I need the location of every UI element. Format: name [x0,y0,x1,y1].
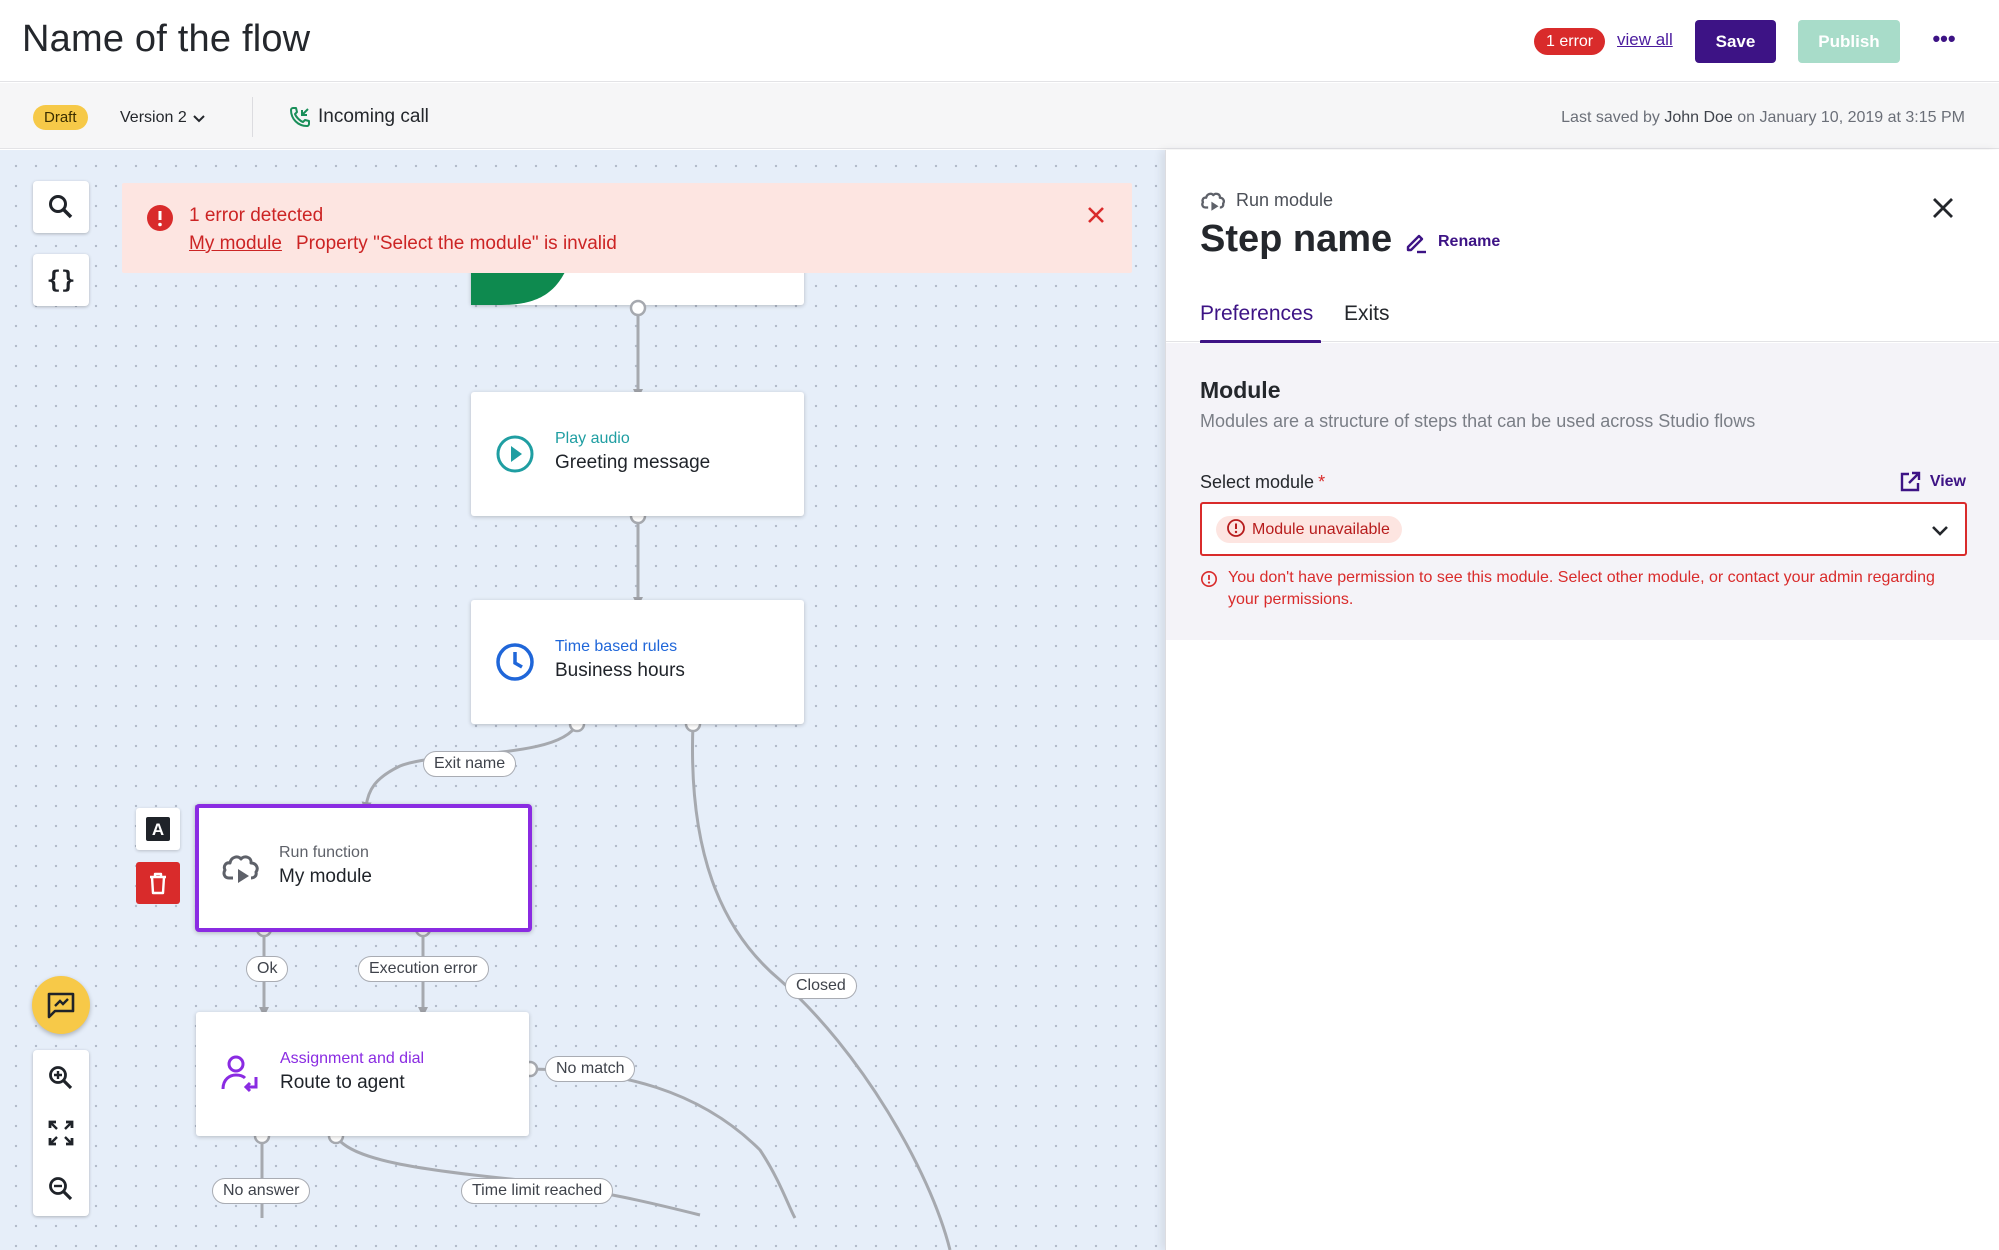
view-module-link[interactable]: View [1898,470,1966,494]
flow-info-bar: Draft Version 2 Incoming call Last saved… [0,83,1999,149]
flow-title: Name of the flow [22,18,311,60]
error-icon [147,205,173,231]
zoom-in-button[interactable] [33,1050,89,1105]
edge-label-exit-name[interactable]: Exit name [423,751,517,777]
module-unavailable-chip: Module unavailable [1216,516,1402,543]
view-all-errors-link[interactable]: view all [1617,30,1673,50]
trigger-label: Incoming call [318,106,429,127]
rename-node-button[interactable]: A [136,808,180,850]
edge-label-ok[interactable]: Ok [246,956,289,982]
error-outline-icon [1227,519,1245,538]
error-banner: 1 error detected My module Property "Sel… [122,183,1132,273]
flow-node-assignment[interactable]: Assignment and dial Route to agent [196,1012,529,1136]
more-options-icon[interactable]: ••• [1928,22,1960,60]
play-circle-icon [496,435,534,473]
zoom-out-icon [49,1176,73,1200]
run-module-icon [1201,192,1226,211]
error-count-badge[interactable]: 1 error [1534,28,1606,55]
field-error-message: You don't have permission to see this mo… [1200,567,1940,611]
clock-icon [496,643,534,681]
fit-screen-icon [48,1120,74,1145]
step-title: Step name [1200,218,1393,260]
feedback-button[interactable] [32,976,90,1034]
zoom-controls [33,1050,89,1216]
flow-canvas[interactable]: Play audio Greeting message Time based r… [0,150,1165,1250]
select-module-dropdown[interactable]: Module unavailable [1200,502,1967,556]
divider [252,97,253,137]
rename-label: Rename [1438,233,1501,251]
section-description: Modules are a structure of steps that ca… [1200,411,1756,431]
trigger-indicator: Incoming call [288,103,429,131]
version-dropdown[interactable]: Version 2 [120,105,207,130]
status-badge: Draft [33,105,88,130]
tab-preferences[interactable]: Preferences [1200,302,1313,326]
pencil-icon [1406,234,1426,254]
edge-label-no-answer[interactable]: No answer [212,1178,311,1204]
chevron-down-icon [193,115,205,123]
node-type: Assignment and dial [280,1050,425,1067]
incoming-call-icon [290,106,310,127]
step-kind: Run module [1200,188,1333,214]
section-title: Module [1200,377,1281,403]
node-type: Run function [279,844,369,861]
node-name: My module [279,866,372,887]
required-mark: * [1318,472,1326,492]
flow-node-time-rules[interactable]: Time based rules Business hours [471,600,804,724]
node-name: Greeting message [555,452,711,473]
external-link-icon [1900,471,1921,492]
node-type: Time based rules [555,638,678,655]
save-button[interactable]: Save [1695,20,1776,63]
tab-exits[interactable]: Exits [1344,302,1390,326]
step-kind-label: Run module [1236,190,1334,210]
chevron-down-icon [1932,526,1948,536]
search-icon [49,195,73,219]
close-icon[interactable] [1931,196,1955,220]
braces-icon: {} [46,266,76,294]
port[interactable] [629,299,647,317]
run-module-icon [222,855,259,883]
select-module-label: Select module * [1200,472,1326,492]
error-banner-title: 1 error detected [189,205,324,226]
zoom-out-button[interactable] [33,1161,89,1216]
error-node-link[interactable]: My module [189,233,282,255]
edge-label-time-limit[interactable]: Time limit reached [461,1178,614,1204]
version-label: Version 2 [120,109,187,126]
saved-by-user: John Doe [1664,109,1733,126]
zoom-in-icon [49,1065,73,1089]
error-outline-icon [1200,570,1218,588]
node-name: Route to agent [280,1072,405,1093]
edge-label-no-match[interactable]: No match [545,1056,636,1082]
flow-node-run-function[interactable]: Run function My module [195,804,532,932]
publish-button[interactable]: Publish [1798,20,1900,63]
module-section: Module Modules are a structure of steps … [1166,343,1999,640]
edge-label-execution-error[interactable]: Execution error [358,956,489,982]
feedback-icon [47,992,75,1019]
trash-icon [150,872,166,895]
rename-icon: A [146,817,170,841]
last-saved-info: Last saved by John Doe on January 10, 20… [1561,109,1965,126]
svg-text:A: A [152,820,164,839]
search-button[interactable] [33,181,89,233]
node-name: Business hours [555,660,685,681]
variables-button[interactable]: {} [33,254,89,306]
top-header: Name of the flow 1 error view all Save P… [0,0,1999,82]
close-icon[interactable] [1086,205,1106,225]
assignment-dial-icon [221,1055,258,1093]
edge-label-closed[interactable]: Closed [785,973,857,999]
panel-tabs: Preferences Exits [1166,296,1999,344]
rename-button[interactable]: Rename [1404,230,1500,254]
delete-node-button[interactable] [136,862,180,904]
error-message: Property "Select the module" is invalid [296,233,617,254]
step-properties-panel: Run module Step name Rename Preferences … [1165,150,1999,1250]
flow-node-play-audio[interactable]: Play audio Greeting message [471,392,804,516]
node-type: Play audio [555,430,630,447]
fit-to-screen-button[interactable] [33,1105,89,1160]
